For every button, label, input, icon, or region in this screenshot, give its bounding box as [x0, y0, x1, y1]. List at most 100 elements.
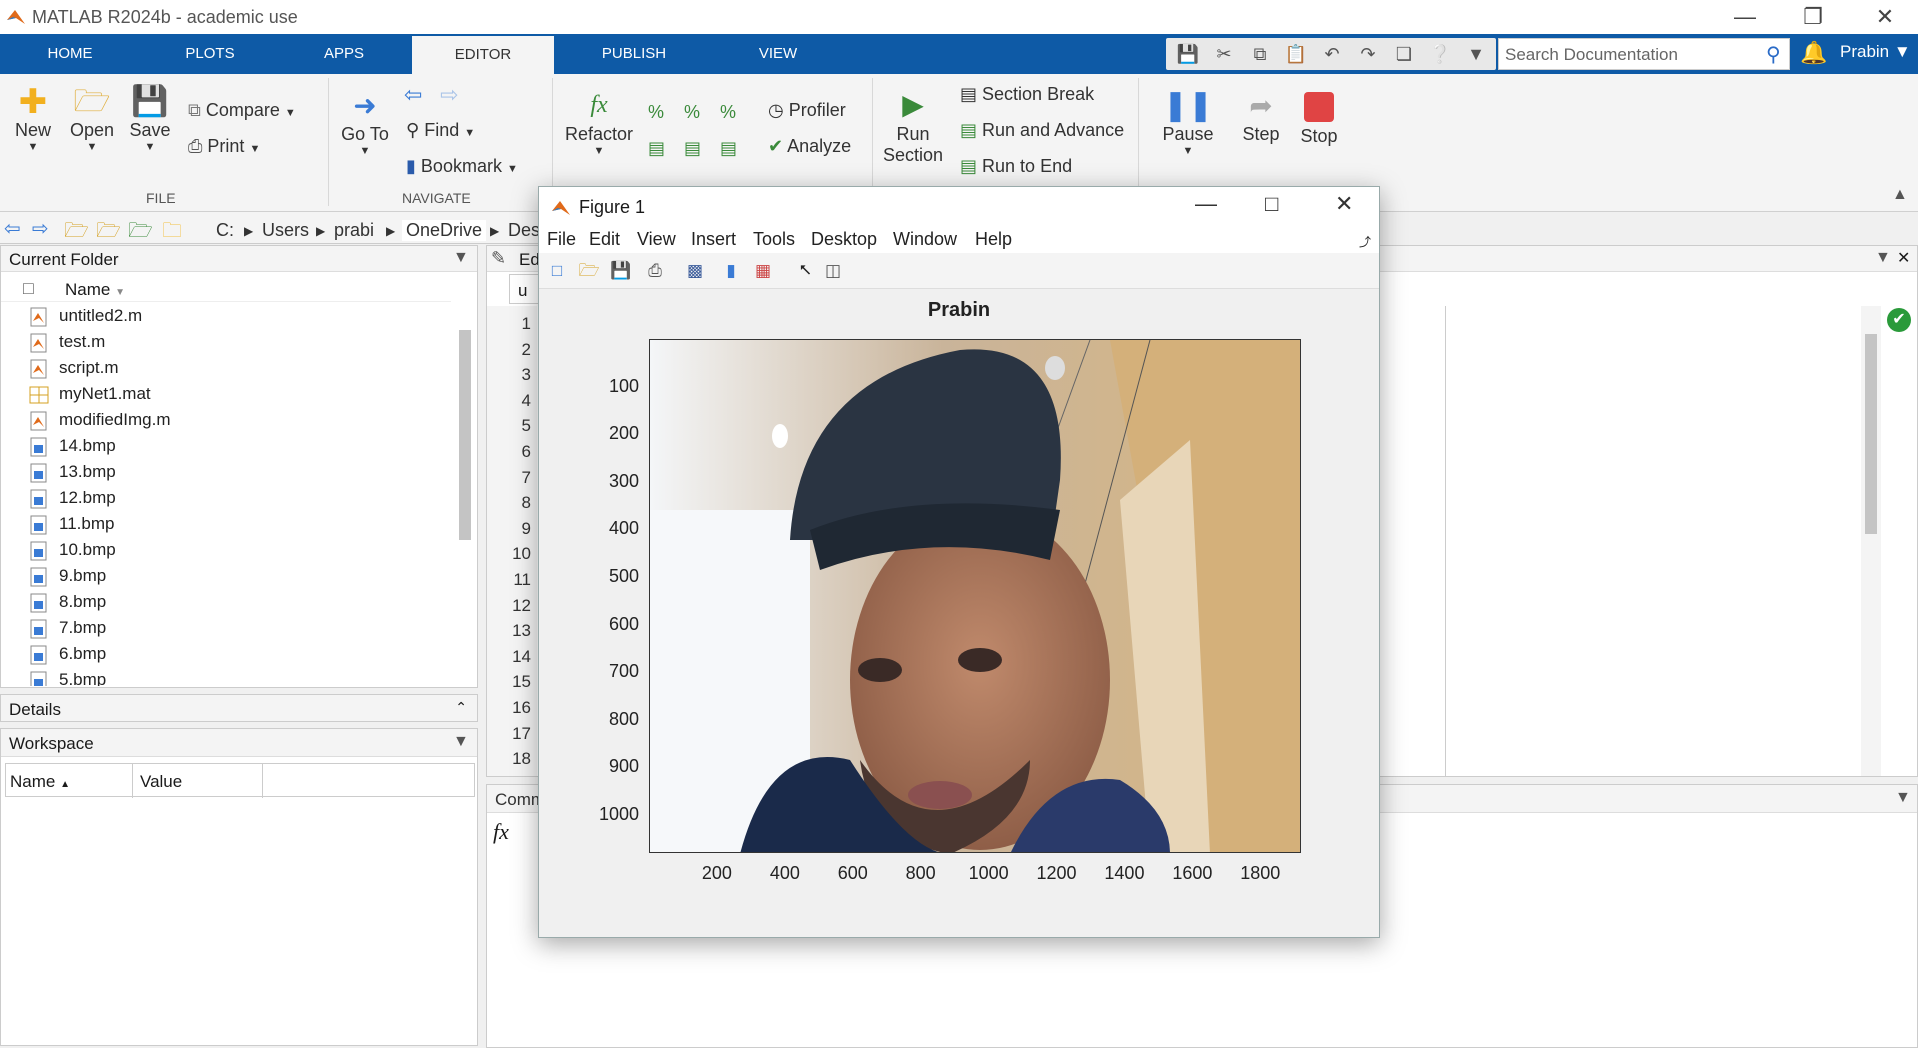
smart-indent-icon[interactable]: ▤ [648, 138, 665, 159]
back-arrow-icon[interactable]: ⇦ [404, 82, 422, 108]
plot-area: Prabin 100 200 300 400 500 600 700 800 9… [539, 289, 1379, 937]
matlab-logo-icon [7, 10, 25, 24]
bookmark-button[interactable]: ▮ Bookmark ▼ [406, 156, 518, 177]
undo-icon[interactable]: ↶ [1320, 42, 1344, 66]
pause-icon: ❚❚ [1162, 89, 1214, 122]
menu-edit[interactable]: Edit [589, 229, 620, 250]
editor-scrollbar[interactable] [1861, 306, 1881, 776]
colorbar-icon[interactable]: ▮ [719, 259, 743, 283]
chevron-down-icon: ▼ [593, 145, 605, 157]
compare-label: Compare [205, 100, 280, 120]
tab-apps[interactable]: APPS [294, 34, 394, 74]
menu-view[interactable]: View [637, 229, 676, 250]
tab-publish[interactable]: PUBLISH [584, 34, 684, 74]
name-column-header[interactable]: Name ▲ [10, 772, 70, 792]
minimize-icon[interactable]: — [1716, 0, 1774, 34]
back-icon[interactable]: ⇦ [4, 216, 21, 241]
profiler-button[interactable]: ◷ Profiler [768, 100, 846, 121]
search-icon[interactable]: ⚲ [1766, 42, 1781, 67]
close-panel-icon[interactable]: ✕ [1897, 248, 1910, 268]
details-panel[interactable]: Details ⌃ [0, 694, 478, 722]
open-file-icon[interactable]: 🗁 [577, 259, 601, 283]
stop-label: Stop [1300, 126, 1338, 146]
restore-icon[interactable]: ❐ [1784, 0, 1842, 34]
run-section-button[interactable]: ▶ Run Section [880, 86, 946, 166]
search-documentation-input[interactable]: Search Documentation [1498, 38, 1790, 70]
switch-windows-icon[interactable]: ❏ [1392, 42, 1416, 66]
run-to-end-button[interactable]: ▤ Run to End [960, 156, 1072, 177]
breadcrumb-prabi[interactable]: prabi [334, 220, 374, 241]
new-figure-icon[interactable]: □ [545, 259, 569, 283]
panel-menu-icon[interactable]: ▼ [1875, 249, 1891, 267]
print-figure-icon[interactable]: ⎙ [643, 259, 667, 283]
menu-tools[interactable]: Tools [753, 229, 795, 250]
menu-file[interactable]: File [547, 229, 576, 250]
code-analyzer-ok-icon[interactable]: ✔ [1887, 308, 1911, 332]
comment-icon[interactable]: % [648, 102, 664, 123]
new-button[interactable]: ✚ New ▼ [8, 84, 58, 153]
tab-home[interactable]: HOME [20, 34, 120, 74]
redo-icon[interactable]: ↷ [1356, 42, 1380, 66]
print-button[interactable]: ⎙ Print ▼ [188, 136, 260, 157]
menu-window[interactable]: Window [893, 229, 957, 250]
legend-icon[interactable]: ▦ [751, 259, 775, 283]
user-menu[interactable]: Prabin ▼ [1840, 42, 1911, 62]
tab-editor[interactable]: EDITOR [412, 36, 554, 74]
paste-icon[interactable]: 📋 [1284, 42, 1308, 66]
close-icon[interactable]: ✕ [1856, 0, 1914, 34]
uncomment-icon[interactable]: % [720, 102, 736, 123]
scrollbar-thumb[interactable] [459, 330, 471, 540]
panel-menu-icon[interactable]: ▼ [1895, 789, 1911, 807]
collapse-ribbon-icon[interactable]: ▲ [1892, 186, 1908, 204]
panel-menu-icon[interactable]: ▼ [453, 249, 469, 267]
bell-icon[interactable]: 🔔 [1800, 40, 1827, 66]
tab-view[interactable]: VIEW [728, 34, 828, 74]
refactor-label: Refactor [564, 124, 634, 144]
chevron-down-icon: ▼ [144, 141, 156, 153]
refactor-button[interactable]: fx Refactor ▼ [562, 86, 636, 157]
options-icon[interactable]: ▼ [1464, 42, 1488, 66]
breadcrumb-c[interactable]: C: [216, 220, 234, 241]
save-figure-icon[interactable]: 💾 [609, 259, 633, 283]
menu-help[interactable]: Help [975, 229, 1012, 250]
tab-plots[interactable]: PLOTS [160, 34, 260, 74]
link-plot-icon[interactable]: ▩ [683, 259, 707, 283]
analyze-button[interactable]: ✔ Analyze [768, 136, 851, 157]
maximize-icon[interactable]: □ [1265, 191, 1278, 217]
breadcrumb-users[interactable]: Users [262, 220, 309, 241]
menu-desktop[interactable]: Desktop [811, 229, 877, 250]
stop-button[interactable]: Stop [1292, 88, 1346, 147]
breadcrumb-desktop[interactable]: Des [508, 220, 540, 241]
open-button[interactable]: 🗁 Open ▼ [66, 84, 118, 153]
help-icon[interactable]: ❔ [1428, 42, 1452, 66]
wrap-comment-icon[interactable]: % [684, 102, 700, 123]
pointer-icon[interactable]: ⭦ [793, 259, 817, 283]
dock-icon[interactable]: ⤴ [1359, 233, 1371, 250]
step-button[interactable]: ➦ Step [1234, 88, 1288, 145]
save-icon[interactable]: 💾 [1176, 42, 1200, 66]
section-break-button[interactable]: ▤ Section Break [960, 84, 1094, 105]
close-icon[interactable]: ✕ [1335, 191, 1353, 217]
minimize-icon[interactable]: — [1195, 191, 1217, 217]
value-column-header[interactable]: Value [140, 772, 182, 792]
chevron-down-icon: ▼ [1182, 145, 1194, 157]
property-inspector-icon[interactable]: ◫ [821, 259, 845, 283]
cut-icon[interactable]: ✂ [1212, 42, 1236, 66]
save-button[interactable]: 💾 Save ▼ [124, 84, 176, 153]
save-label: Save [129, 120, 171, 140]
menu-insert[interactable]: Insert [691, 229, 736, 250]
run-advance-button[interactable]: ▤ Run and Advance [960, 120, 1124, 141]
scrollbar-thumb[interactable] [1865, 334, 1877, 534]
panel-menu-icon[interactable]: ▼ [453, 733, 469, 751]
find-button[interactable]: ⚲ Find ▼ [406, 120, 475, 141]
breadcrumb-onedrive[interactable]: OneDrive [402, 220, 487, 241]
goto-button[interactable]: ➜ Go To ▼ [338, 88, 392, 157]
forward-arrow-icon[interactable]: ⇨ [440, 82, 458, 108]
pause-button[interactable]: ❚❚ Pause ▼ [1160, 88, 1216, 157]
compare-button[interactable]: ⧉ Compare ▼ [188, 100, 296, 121]
increase-indent-icon[interactable]: ▤ [720, 138, 737, 159]
name-column-header[interactable]: Name ▼ [65, 280, 125, 300]
decrease-indent-icon[interactable]: ▤ [684, 138, 701, 159]
forward-icon[interactable]: ⇨ [32, 216, 49, 241]
copy-icon[interactable]: ⧉ [1248, 42, 1272, 66]
